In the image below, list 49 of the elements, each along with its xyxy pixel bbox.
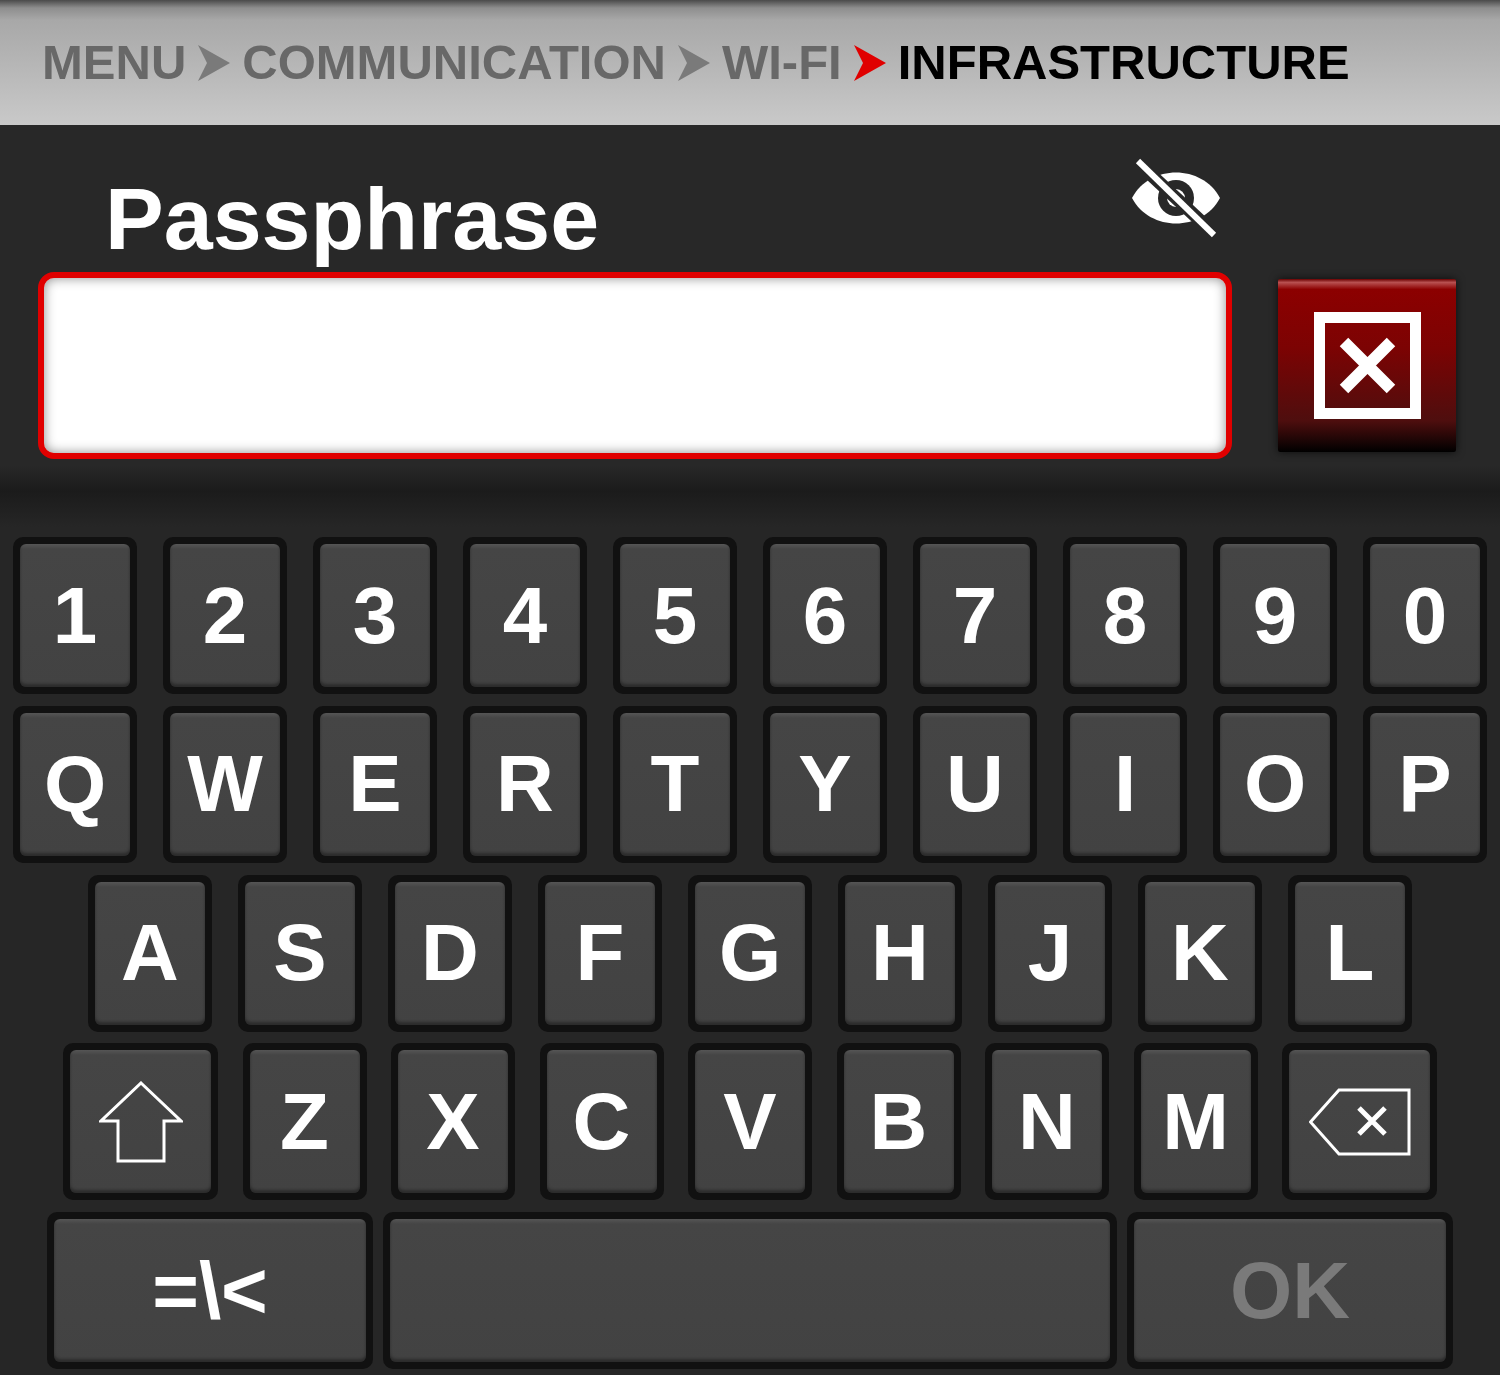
keyboard-key[interactable]: 5 xyxy=(613,537,737,694)
symbols-key[interactable]: =\< xyxy=(47,1212,373,1369)
keyboard-key[interactable]: X xyxy=(391,1043,515,1201)
chevron-icon xyxy=(853,44,886,81)
keyboard-key[interactable]: G xyxy=(688,874,812,1032)
keyboard-key[interactable]: W xyxy=(163,705,287,863)
chevron-icon xyxy=(198,44,231,81)
keyboard-key[interactable]: K xyxy=(1138,874,1262,1032)
keyboard-key[interactable]: 0 xyxy=(1363,537,1487,694)
keyboard-key[interactable]: Q xyxy=(13,705,137,863)
backspace-key[interactable] xyxy=(1282,1043,1437,1201)
clear-button[interactable] xyxy=(1278,279,1456,452)
chevron-icon xyxy=(678,44,710,81)
keyboard-key[interactable]: N xyxy=(985,1043,1109,1201)
keyboard-key[interactable]: 9 xyxy=(1213,537,1337,694)
keyboard-key[interactable]: J xyxy=(988,874,1112,1032)
keyboard-key[interactable]: U xyxy=(913,705,1037,863)
backspace-icon xyxy=(1308,1087,1411,1156)
keyboard-key[interactable]: T xyxy=(613,705,737,863)
keyboard-key[interactable]: Z xyxy=(242,1043,367,1201)
keyboard-key[interactable]: D xyxy=(388,874,512,1032)
keyboard-key[interactable]: 8 xyxy=(1063,537,1187,694)
keyboard-key[interactable]: R xyxy=(463,705,587,863)
keyboard-key[interactable]: V xyxy=(688,1043,812,1201)
breadcrumb-current: INFRASTRUCTURE xyxy=(897,38,1350,87)
keyboard-key[interactable]: I xyxy=(1063,705,1187,863)
keyboard-key[interactable]: 2 xyxy=(163,537,287,694)
keyboard-key[interactable]: B xyxy=(836,1043,961,1201)
passphrase-field[interactable] xyxy=(38,272,1232,459)
keyboard-key[interactable]: 6 xyxy=(763,537,887,694)
keyboard-key[interactable]: F xyxy=(538,874,662,1032)
shift-key[interactable] xyxy=(63,1043,218,1201)
keyboard-key[interactable]: 1 xyxy=(13,537,137,694)
keyboard-key[interactable]: S xyxy=(238,874,362,1032)
keyboard-key[interactable]: L xyxy=(1288,874,1412,1032)
x-square-icon xyxy=(1313,312,1421,419)
keyboard-key[interactable]: P xyxy=(1363,705,1487,863)
keyboard-key[interactable]: O xyxy=(1213,705,1337,863)
keyboard-key[interactable]: 4 xyxy=(463,537,587,694)
keyboard-key[interactable]: M xyxy=(1133,1043,1258,1201)
keyboard-key[interactable]: E xyxy=(313,705,437,863)
eye-slash-icon[interactable] xyxy=(1130,158,1222,238)
keyboard-key[interactable]: A xyxy=(88,874,212,1032)
keyboard-key[interactable]: 7 xyxy=(913,537,1037,694)
up-arrow-icon xyxy=(98,1080,183,1163)
keyboard-key[interactable]: 3 xyxy=(313,537,437,694)
keyboard-key[interactable]: Y xyxy=(763,705,887,863)
keyboard-key[interactable]: C xyxy=(539,1043,664,1201)
keyboard-key[interactable]: H xyxy=(838,874,962,1032)
